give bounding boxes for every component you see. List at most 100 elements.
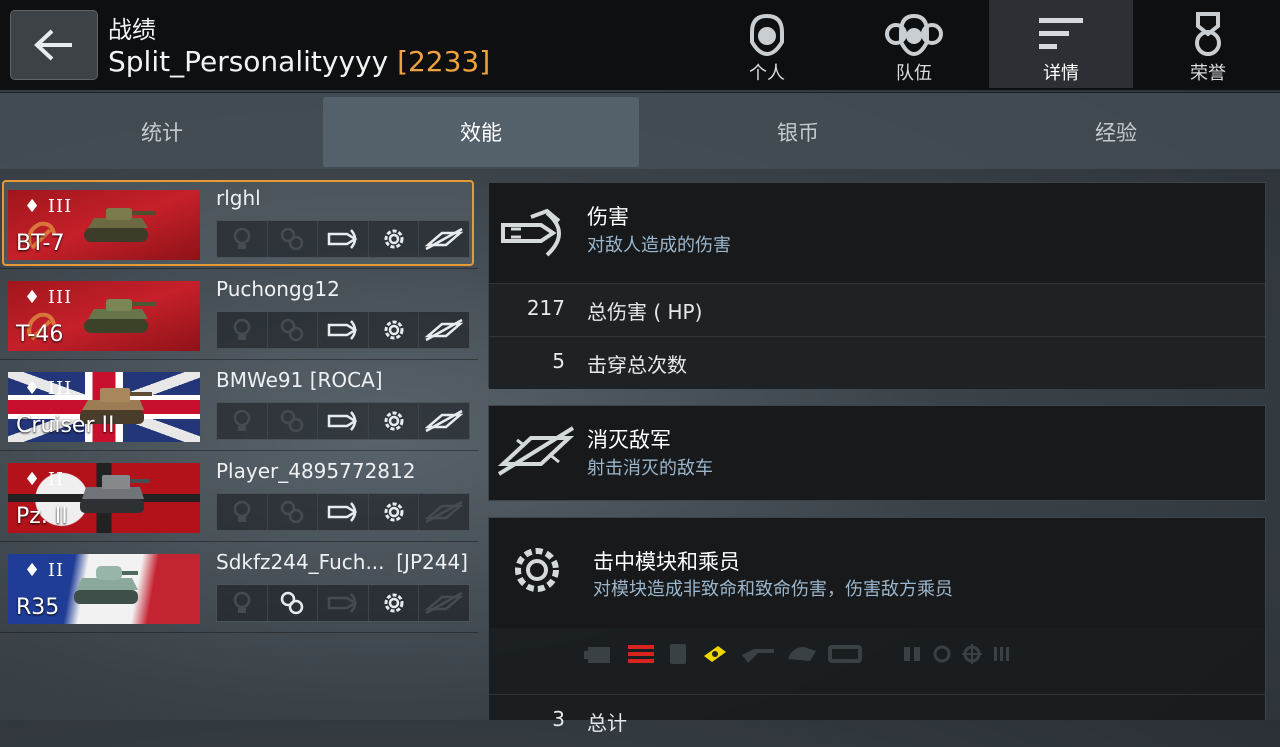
- medal-row: [216, 220, 470, 258]
- details-list-icon: [1039, 18, 1083, 49]
- medal-slot: [318, 403, 369, 439]
- fuel-tank-icon: [670, 644, 686, 664]
- player-name: BMWe91 [ROCA]: [216, 368, 383, 392]
- stat-value: 3: [552, 707, 565, 731]
- shell-icon: [327, 593, 358, 613]
- tank-name: BT-7: [16, 231, 65, 256]
- player-row[interactable]: ♦ III BT-7 rlghl: [0, 178, 478, 269]
- medal-slot: [369, 221, 420, 257]
- stat-label: 总伤害 ( HP): [587, 300, 703, 324]
- tank-name: Cruiser II: [16, 413, 115, 438]
- player-row[interactable]: ♦ III T-46 Puchongg12: [0, 269, 478, 360]
- tab-label: 详情: [1043, 63, 1079, 84]
- lightbulb-icon: [233, 227, 251, 249]
- medal-slot: [268, 221, 319, 257]
- medal-slot: [318, 494, 369, 530]
- gear-icon: [384, 320, 404, 340]
- medal-slot: [318, 312, 369, 348]
- player-row[interactable]: ♦ II R35 Sdkfz244_Fuch... [JP244]: [0, 542, 478, 633]
- subtab-efficiency[interactable]: 效能: [323, 97, 639, 167]
- tank-name: Pz. II: [16, 504, 68, 529]
- shell-impact-icon: [501, 208, 561, 257]
- medal-slot: [419, 221, 469, 257]
- medal-slot: [369, 494, 420, 530]
- gear-icon: [384, 229, 404, 249]
- modules-subtitle: 对模块造成非致命和致命伤害，伤害敌方乘员: [593, 579, 953, 600]
- stat-row: 5 击穿总次数: [489, 336, 1265, 389]
- team-icon: [885, 13, 943, 56]
- subtab-experience[interactable]: 经验: [958, 97, 1274, 167]
- medal-slot: [419, 585, 469, 621]
- medal-row: [216, 584, 470, 622]
- destroyed-tank-icon: [424, 500, 464, 524]
- damage-title: 伤害: [587, 205, 629, 229]
- medal-row: [216, 402, 470, 440]
- ammo-rack-icon: [628, 645, 654, 663]
- player-name-line: Split_Personalityyyy [2233]: [108, 46, 490, 78]
- medal-slot: [268, 403, 319, 439]
- lightbulb-icon: [233, 409, 251, 431]
- kills-panel: 消灭敌军 射击消灭的敌车: [488, 405, 1266, 501]
- medal-slot: [217, 585, 268, 621]
- engine-icon: [584, 647, 610, 663]
- destroyed-tank-icon: [424, 227, 464, 251]
- tank-icon: [84, 299, 156, 333]
- track-icon: [704, 646, 726, 662]
- tab-personal[interactable]: 个人: [695, 0, 839, 88]
- medal-slot: [369, 403, 420, 439]
- medal-row: [216, 311, 470, 349]
- player-name: Player_4895772812: [216, 459, 416, 483]
- tab-honors[interactable]: 荣誉: [1136, 0, 1280, 88]
- top-bar: 战绩 Split_Personalityyyy [2233] 个人 队伍 详情 …: [0, 0, 1280, 90]
- soldier-icon: [750, 13, 784, 56]
- loader-icon: [994, 647, 1009, 661]
- medal-icon: [1195, 12, 1221, 56]
- kills-title: 消灭敌军: [587, 428, 671, 452]
- tank-icon: [80, 475, 150, 513]
- tier-label: ♦ II: [24, 560, 65, 581]
- tank-name: R35: [16, 595, 60, 620]
- modules-title: 击中模块和乘员: [593, 550, 740, 574]
- driver-icon: [933, 645, 951, 663]
- assist-link-icon: [281, 227, 304, 251]
- back-button[interactable]: [10, 10, 98, 80]
- destroyed-tank-icon: [424, 591, 464, 615]
- damage-subtitle: 对敌人造成的伤害: [587, 235, 731, 256]
- destroyed-tank-icon: [424, 318, 464, 342]
- subtab-silver[interactable]: 银币: [640, 97, 956, 167]
- tab-team[interactable]: 队伍: [842, 0, 986, 88]
- player-row[interactable]: ♦ II Pz. II Player_4895772812: [0, 451, 478, 542]
- player-row[interactable]: ♦ III Cruiser II BMWe91 [ROCA]: [0, 360, 478, 451]
- player-name: Split_Personalityyyy: [108, 45, 389, 78]
- modules-panel: 击中模块和乘员 对模块造成非致命和致命伤害，伤害敌方乘员 3 总计: [488, 517, 1266, 735]
- medal-slot: [369, 585, 420, 621]
- player-name: Sdkfz244_Fuch...: [216, 550, 385, 574]
- subtab-stats[interactable]: 统计: [4, 97, 320, 167]
- destroyed-tank-icon: [424, 409, 464, 433]
- tier-label: ♦ III: [24, 378, 73, 399]
- player-rating: [2233]: [397, 45, 491, 78]
- kills-subtitle: 射击消灭的敌车: [587, 458, 713, 479]
- title-block: 战绩 Split_Personalityyyy [2233]: [108, 14, 490, 78]
- clan-tag: [JP244]: [396, 550, 468, 574]
- medal-slot: [268, 494, 319, 530]
- turret-icon: [788, 647, 816, 661]
- tier-label: ♦ III: [24, 196, 73, 217]
- medal-slot: [268, 585, 319, 621]
- nation-flag-france: ♦ II R35: [8, 554, 200, 624]
- destroyed-tank-icon: [497, 426, 575, 476]
- medal-slot: [217, 312, 268, 348]
- assist-link-icon: [281, 409, 304, 433]
- tab-label: 个人: [749, 63, 785, 84]
- module-icons: [584, 642, 1012, 666]
- stat-value: 5: [552, 349, 565, 373]
- nation-flag-ussr: ♦ III T-46: [8, 281, 200, 351]
- player-name: rlghl: [216, 186, 261, 210]
- tier-label: ♦ II: [24, 469, 65, 490]
- medal-slot: [217, 403, 268, 439]
- gear-icon: [384, 593, 404, 613]
- shell-icon: [327, 229, 358, 249]
- commander-icon: [904, 647, 920, 661]
- stat-label: 击穿总次数: [587, 353, 687, 377]
- tab-details[interactable]: 详情: [989, 0, 1133, 88]
